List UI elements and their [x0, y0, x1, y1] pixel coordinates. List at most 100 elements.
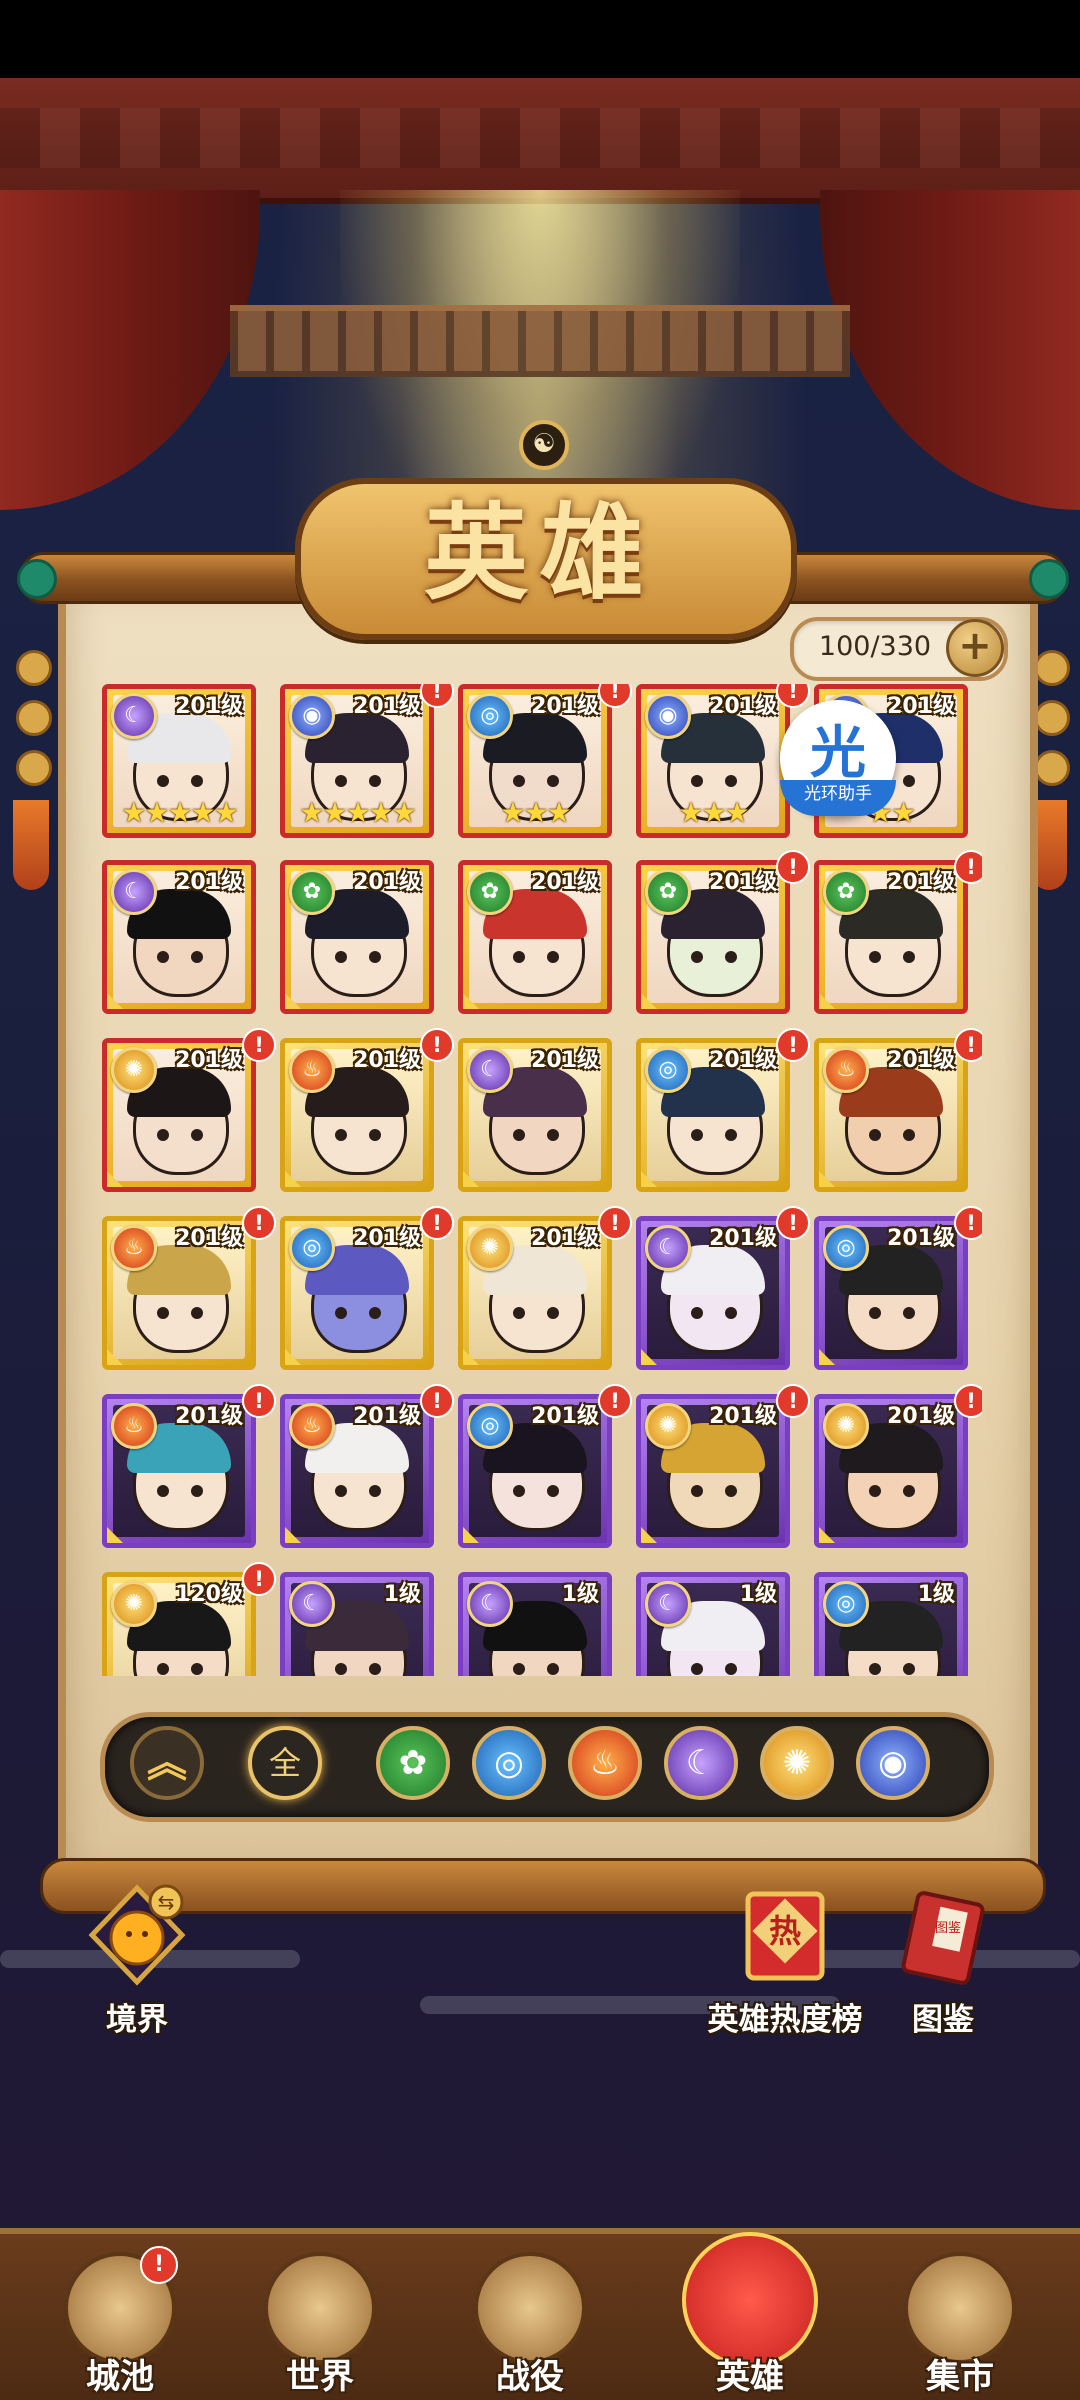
hero-eye [157, 1307, 169, 1319]
hero-eye [369, 775, 381, 787]
hero-card[interactable]: ✿ 201级 [280, 860, 434, 1014]
hero-card[interactable]: ✿ 201级 [458, 860, 612, 1014]
hero-card[interactable]: ◎ 201级 [458, 1394, 612, 1548]
hero-eye [335, 1307, 347, 1319]
hot-rank-icon: 热 [745, 1891, 825, 1981]
alert-badge: ! [776, 1028, 810, 1062]
hero-eye [691, 1663, 703, 1675]
nature-element-icon: ✿ [467, 869, 513, 915]
hero-card[interactable]: ☾ 201级 [102, 860, 256, 1014]
nav-market-tab[interactable]: 集市 [890, 2252, 1030, 2400]
hero-stars: ★★★ [500, 796, 571, 829]
hero-eye [513, 951, 525, 963]
alert-badge: ! [598, 1206, 632, 1240]
alert-badge: ! [242, 1206, 276, 1240]
alert-badge: ! [598, 1384, 632, 1418]
alert-badge: ! [420, 1028, 454, 1062]
filter-sun-button[interactable]: ✺ [760, 1726, 834, 1800]
encyclopedia-button[interactable]: 图鉴 图鉴 [878, 1880, 1008, 2039]
hero-card[interactable]: ♨ 201级 [280, 1038, 434, 1192]
hero-level: 201级 [887, 1226, 955, 1251]
hero-card[interactable]: ◎ 201级 ★★★ [458, 684, 612, 838]
hero-card[interactable]: ☾ 201级 ★★★★★ [102, 684, 256, 838]
alert-badge: ! [242, 1028, 276, 1062]
hero-eye [191, 1485, 203, 1497]
hero-level: 201级 [531, 870, 599, 895]
hero-eye [335, 775, 347, 787]
hero-card[interactable]: ✿ 201级 [636, 860, 790, 1014]
hero-eye [903, 1663, 915, 1675]
filter-nature-button[interactable]: ✿ [376, 1726, 450, 1800]
water-element-icon: ◎ [645, 1047, 691, 1093]
hero-level: 201级 [531, 1226, 599, 1251]
hero-card[interactable]: ✺ 201级 [102, 1038, 256, 1192]
hero-card[interactable]: ◎ 201级 [636, 1038, 790, 1192]
filter-moon-button[interactable]: ☾ [664, 1726, 738, 1800]
fire-element-icon: ♨ [823, 1047, 869, 1093]
hero-card[interactable]: ☾ 201级 [636, 1216, 790, 1370]
moon-element-icon: ☾ [111, 869, 157, 915]
hero-card[interactable]: ◉ 201级 ★★★★★ [280, 684, 434, 838]
swirl-element-icon: ◉ [289, 693, 335, 739]
hero-card[interactable]: ☾ 1级 [458, 1572, 612, 1676]
sun-element-icon: ✺ [111, 1047, 157, 1093]
filter-all-button[interactable]: 全 [248, 1726, 322, 1800]
hero-card[interactable]: ◎ 1级 [814, 1572, 968, 1676]
moon-element-icon: ☾ [467, 1581, 513, 1627]
nav-battle-tab[interactable]: 战役 [460, 2252, 600, 2400]
alert-badge: ! [954, 1384, 982, 1418]
nature-element-icon: ✿ [645, 869, 691, 915]
card-corner-icon [819, 1171, 835, 1187]
hero-card[interactable]: ◉ 201级 ★★★ [636, 684, 790, 838]
hero-card[interactable]: ✺ 201级 [458, 1216, 612, 1370]
hero-eye [191, 951, 203, 963]
nav-world-tab[interactable]: 世界 [250, 2252, 390, 2400]
hero-card[interactable]: ☾ 201级 [458, 1038, 612, 1192]
water-element-icon: ◎ [823, 1581, 869, 1627]
hero-eye [903, 951, 915, 963]
hero-eye [191, 1663, 203, 1675]
card-corner-icon [641, 1527, 657, 1543]
hero-eye [869, 1663, 881, 1675]
hero-hot-rank-button[interactable]: 热 英雄热度榜 [695, 1880, 875, 2039]
nav-label: 世界 [286, 2357, 354, 2397]
hero-card[interactable]: ♨ 201级 [280, 1394, 434, 1548]
nav-hero-tab[interactable]: 英雄 [680, 2232, 820, 2400]
hero-eye [725, 1663, 737, 1675]
card-corner-icon [285, 1349, 301, 1365]
hero-level: 201级 [709, 1048, 777, 1073]
hero-card[interactable]: ◎ 201级 [814, 1216, 968, 1370]
hero-card[interactable]: ✺ 120级 [102, 1572, 256, 1676]
hero-card[interactable]: ♨ 201级 [814, 1038, 968, 1192]
filter-water-button[interactable]: ◎ [472, 1726, 546, 1800]
hero-eye [513, 1129, 525, 1141]
hero-eye [191, 1307, 203, 1319]
hero-eye [513, 1663, 525, 1675]
floating-helper-button[interactable]: 光 光环助手 [780, 700, 896, 816]
hero-card[interactable]: ♨ 201级 [102, 1216, 256, 1370]
add-hero-slots-button[interactable]: + [946, 619, 1004, 677]
hero-eye [547, 775, 559, 787]
collapse-filter-button[interactable]: ︽ [130, 1726, 204, 1800]
fire-element-icon: ♨ [111, 1225, 157, 1271]
hero-level: 201级 [887, 1048, 955, 1073]
hero-card[interactable]: ♨ 201级 [102, 1394, 256, 1548]
hero-card[interactable]: ✺ 201级 [636, 1394, 790, 1548]
hero-card[interactable]: ☾ 1级 [636, 1572, 790, 1676]
hero-eye [869, 1129, 881, 1141]
hero-card[interactable]: ✿ 201级 [814, 860, 968, 1014]
alert-badge: ! [954, 1028, 982, 1062]
realm-button[interactable]: ⇆ 境界 [72, 1880, 202, 2039]
alert-badge: ! [954, 1206, 982, 1240]
swirl-element-icon: ◉ [645, 693, 691, 739]
card-corner-icon [641, 1171, 657, 1187]
nature-element-icon: ✿ [823, 869, 869, 915]
hero-card[interactable]: ☾ 1级 [280, 1572, 434, 1676]
filter-fire-button[interactable]: ♨ [568, 1726, 642, 1800]
hero-level: 201级 [175, 1404, 243, 1429]
filter-swirl-button[interactable]: ◉ [856, 1726, 930, 1800]
hero-card[interactable]: ✺ 201级 [814, 1394, 968, 1548]
nav-castle-tab[interactable]: 城池! [50, 2246, 190, 2400]
nav-label: 集市 [926, 2357, 994, 2397]
hero-card[interactable]: ◎ 201级 [280, 1216, 434, 1370]
